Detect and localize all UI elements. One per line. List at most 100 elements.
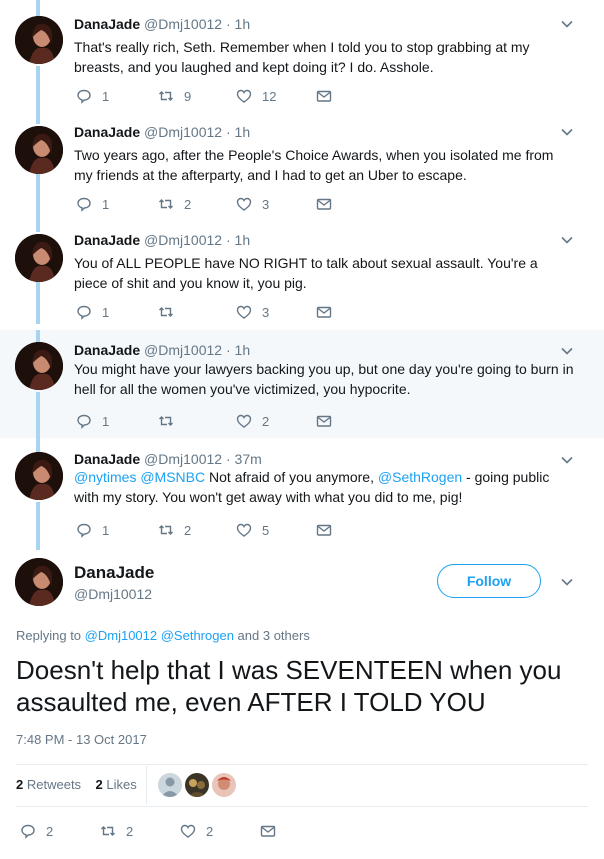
chevron-down-icon[interactable] (560, 453, 574, 467)
avatar[interactable] (15, 16, 63, 64)
display-name[interactable]: DanaJade (74, 342, 140, 358)
retweet-icon (159, 525, 173, 535)
thread-connector (36, 108, 40, 124)
chevron-down-icon[interactable] (560, 17, 574, 31)
tweet-time[interactable]: 1h (235, 232, 251, 248)
liker-avatar[interactable] (185, 773, 209, 797)
reply-button[interactable]: 1 (76, 304, 109, 320)
user-handle[interactable]: @Dmj10012 (144, 16, 222, 32)
tweet-time[interactable]: 1h (235, 16, 251, 32)
heart-icon (236, 523, 252, 537)
chevron-down-icon[interactable] (560, 575, 574, 589)
user-handle[interactable]: @Dmj10012 (144, 124, 222, 140)
direct-message-button[interactable] (316, 413, 332, 429)
liker-avatar[interactable] (212, 773, 236, 797)
avatar[interactable] (15, 234, 63, 282)
mention-link[interactable]: @Dmj10012 (85, 628, 157, 643)
like-button[interactable]: 5 (236, 522, 269, 538)
avatar[interactable] (15, 452, 63, 500)
tweet-text: Doesn't help that I was SEVENTEEN when y… (16, 655, 562, 717)
direct-message-button[interactable] (316, 88, 332, 104)
follow-button[interactable]: Follow (437, 564, 541, 598)
retweet-button[interactable] (158, 413, 184, 429)
retweet-icon (159, 199, 173, 209)
tweet-time[interactable]: 37m (235, 451, 262, 467)
reply-icon (77, 523, 91, 538)
thread-tweet[interactable]: DanaJade @Dmj10012 · 1h You of ALL PEOPL… (0, 216, 604, 324)
tweet-text: @nytimes @MSNBC Not afraid of you anymor… (74, 467, 574, 507)
replying-to: Replying to @Dmj10012 @Sethrogen and 3 o… (16, 628, 310, 643)
avatar[interactable] (15, 126, 63, 174)
like-button[interactable]: 3 (236, 196, 269, 212)
likes-count: 2 (95, 777, 103, 792)
display-name[interactable]: DanaJade (74, 563, 154, 583)
display-name[interactable]: DanaJade (74, 232, 140, 248)
reply-count: 1 (102, 88, 110, 104)
reply-button[interactable]: 1 (76, 88, 109, 104)
user-handle[interactable]: @Dmj10012 (144, 451, 222, 467)
thread-connector (36, 392, 40, 438)
retweet-button[interactable]: 2 (100, 823, 133, 839)
reply-count: 1 (102, 304, 110, 320)
user-handle[interactable]: @Dmj10012 (144, 232, 222, 248)
envelope-icon (260, 825, 276, 837)
reply-button[interactable]: 1 (76, 413, 109, 429)
retweet-count: 9 (184, 88, 192, 104)
thread-connector (36, 174, 40, 216)
tweet-header: DanaJade @Dmj10012 · 1h (74, 342, 250, 358)
mention-link[interactable]: @MSNBC (140, 469, 205, 485)
like-button[interactable]: 12 (236, 88, 276, 104)
likes-stat[interactable]: 2 Likes (96, 777, 137, 792)
heart-icon (236, 414, 252, 428)
retweet-button[interactable]: 2 (158, 522, 191, 538)
thread-tweet[interactable]: DanaJade @Dmj10012 · 1h That's really ri… (0, 0, 604, 108)
divider (16, 806, 588, 807)
direct-message-button[interactable] (316, 304, 332, 320)
retweet-button[interactable] (158, 304, 184, 320)
liker-avatar[interactable] (158, 773, 182, 797)
mention-link[interactable]: @SethRogen (378, 469, 462, 485)
chevron-down-icon[interactable] (560, 233, 574, 247)
avatar[interactable] (15, 342, 63, 390)
direct-message-button[interactable] (316, 196, 332, 212)
thread-tweet[interactable]: DanaJade @Dmj10012 · 1h You might have y… (0, 330, 604, 438)
direct-message-button[interactable] (316, 522, 332, 538)
thread-connector (36, 66, 40, 108)
mention-link[interactable]: @nytimes (74, 469, 136, 485)
envelope-icon (316, 306, 332, 318)
tweet-timestamp[interactable]: 7:48 PM - 13 Oct 2017 (16, 732, 147, 747)
like-button[interactable]: 3 (236, 304, 269, 320)
tweet-time[interactable]: 1h (235, 342, 251, 358)
reply-icon (77, 305, 91, 320)
tweet-time[interactable]: 1h (235, 124, 251, 140)
like-button[interactable]: 2 (180, 823, 213, 839)
display-name[interactable]: DanaJade (74, 451, 140, 467)
replying-suffix[interactable]: and 3 others (234, 628, 310, 643)
reply-icon (21, 824, 35, 839)
display-name[interactable]: DanaJade (74, 124, 140, 140)
tweet-header: DanaJade @Dmj10012 · 1h (74, 232, 250, 248)
thread-tweet[interactable]: DanaJade @Dmj10012 · 1h Two years ago, a… (0, 108, 604, 216)
retweet-button[interactable]: 9 (158, 88, 191, 104)
display-name[interactable]: DanaJade (74, 16, 140, 32)
thread-tweet[interactable]: DanaJade @Dmj10012 · 37m @nytimes @MSNBC… (0, 438, 604, 550)
retweets-stat[interactable]: 2 Retweets (16, 777, 81, 792)
user-handle[interactable]: @Dmj10012 (144, 342, 222, 358)
like-count: 5 (262, 522, 270, 538)
mention-link[interactable]: @Sethrogen (161, 628, 234, 643)
avatar[interactable] (15, 558, 63, 606)
chevron-down-icon[interactable] (560, 125, 574, 139)
direct-message-button[interactable] (260, 823, 276, 839)
like-button[interactable]: 2 (236, 413, 269, 429)
reply-icon (77, 89, 91, 104)
reply-button[interactable]: 1 (76, 522, 109, 538)
chevron-down-icon[interactable] (560, 344, 574, 358)
liker-avatars (158, 773, 236, 797)
reply-count: 2 (46, 823, 54, 839)
separator: · (225, 124, 231, 140)
reply-button[interactable]: 2 (20, 823, 53, 839)
user-handle[interactable]: @Dmj10012 (74, 586, 152, 602)
reply-button[interactable]: 1 (76, 196, 109, 212)
retweet-button[interactable]: 2 (158, 196, 191, 212)
retweets-count: 2 (16, 777, 24, 792)
